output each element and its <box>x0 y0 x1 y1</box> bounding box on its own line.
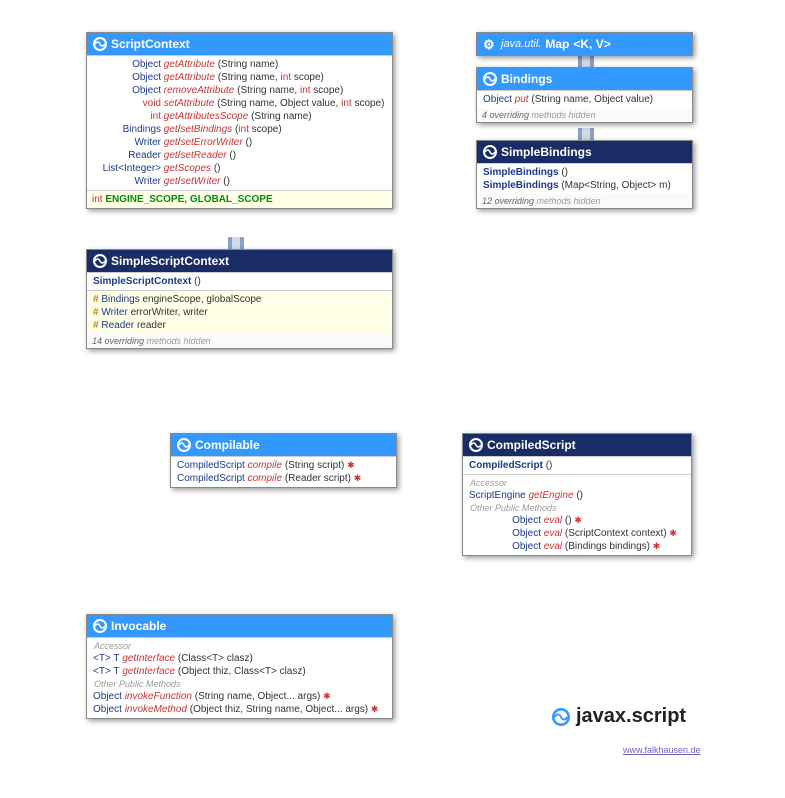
invocable-title: Invocable <box>111 619 166 633</box>
scriptcontext-constants: int ENGINE_SCOPE, GLOBAL_SCOPE <box>87 190 392 208</box>
map-title: Map <box>545 37 569 51</box>
invocable-header: Invocable <box>87 615 392 637</box>
package-name: javax.script <box>576 705 686 728</box>
class-invocable: Invocable Accessor <T> T getInterface (C… <box>86 614 393 719</box>
class-icon <box>483 145 497 159</box>
simplebindings-header: SimpleBindings <box>477 141 692 163</box>
class-bindings: Bindings Object put (String name, Object… <box>476 67 693 123</box>
interface-icon <box>93 37 107 51</box>
scriptcontext-title: ScriptContext <box>111 37 190 51</box>
simplescriptcontext-header: SimpleScriptContext <box>87 250 392 272</box>
simplebindings-title: SimpleBindings <box>501 145 592 159</box>
package-icon <box>552 708 570 726</box>
compilable-title: Compilable <box>195 438 260 452</box>
interface-icon <box>93 619 107 633</box>
compiledscript-title: CompiledScript <box>487 438 576 452</box>
scriptcontext-methods: Object getAttribute (String name) Object… <box>87 55 392 190</box>
map-header: ⚙ java.util. Map <K, V> <box>477 33 692 55</box>
compiledscript-header: CompiledScript <box>463 434 691 456</box>
map-generic: <K, V> <box>573 37 610 51</box>
class-compiledscript: CompiledScript CompiledScript () Accesso… <box>462 433 692 556</box>
package-label: javax.script <box>552 705 686 728</box>
class-simplescriptcontext: SimpleScriptContext SimpleScriptContext … <box>86 249 393 349</box>
interface-icon <box>177 438 191 452</box>
bindings-header: Bindings <box>477 68 692 90</box>
class-scriptcontext: ScriptContext Object getAttribute (Strin… <box>86 32 393 209</box>
compilable-header: Compilable <box>171 434 396 456</box>
class-map: ⚙ java.util. Map <K, V> <box>476 32 693 56</box>
class-icon <box>93 254 107 268</box>
bindings-title: Bindings <box>501 72 552 86</box>
class-simplebindings: SimpleBindings SimpleBindings () SimpleB… <box>476 140 693 209</box>
credit-link[interactable]: www.falkhausen.de <box>623 745 701 755</box>
interface-icon <box>483 72 497 86</box>
simplescriptcontext-title: SimpleScriptContext <box>111 254 229 268</box>
class-icon <box>469 438 483 452</box>
scriptcontext-header: ScriptContext <box>87 33 392 55</box>
class-compilable: Compilable CompiledScript compile (Strin… <box>170 433 397 488</box>
map-pkg: java.util. <box>501 38 541 50</box>
gear-icon: ⚙ <box>483 37 497 51</box>
